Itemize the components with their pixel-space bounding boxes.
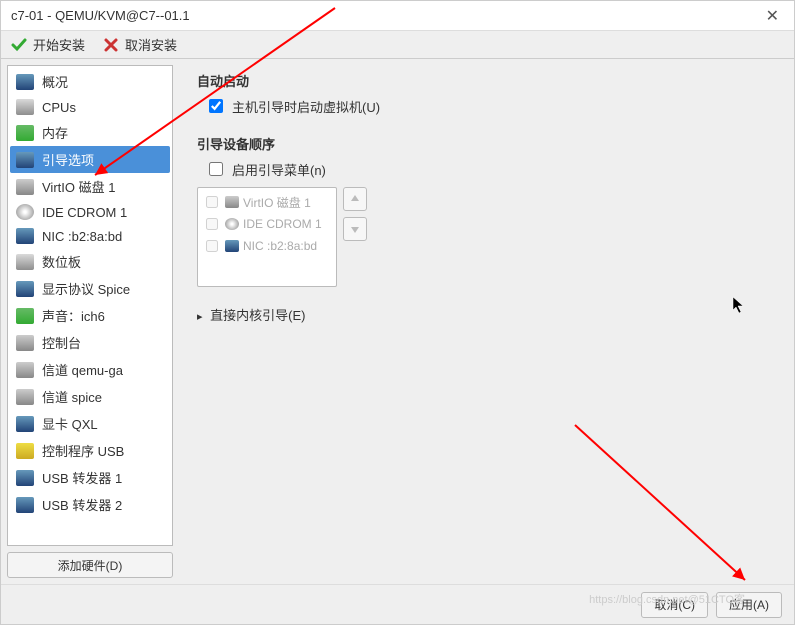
sidebar-item-icon	[16, 308, 34, 324]
boot-device-list[interactable]: VirtIO 磁盘 1 IDE CDROM 1 NIC :b2:8a:bd	[197, 187, 337, 287]
sidebar-item-label: 信道 qemu-ga	[42, 360, 123, 379]
sidebar-item-label: 控制程序 USB	[42, 441, 124, 460]
move-down-button[interactable]	[343, 217, 367, 241]
autostart-checkbox[interactable]	[209, 99, 223, 113]
boot-device-icon	[225, 196, 239, 208]
add-hardware-label: 添加硬件(D)	[58, 557, 123, 574]
sidebar-item-icon	[16, 362, 34, 378]
boot-device-checkbox[interactable]	[206, 218, 218, 230]
bootmenu-row: 启用引导菜单(n)	[205, 159, 776, 179]
sidebar-item-12[interactable]: 信道 spice	[10, 383, 170, 410]
sidebar-item-15[interactable]: USB 转发器 1	[10, 464, 170, 491]
sidebar-item-icon	[16, 179, 34, 195]
boot-device-label: NIC :b2:8a:bd	[243, 239, 317, 253]
sidebar: 概况 CPUs 内存引导选项 VirtIO 磁盘 1 IDE CDROM 1 NIC :b…	[1, 59, 179, 584]
cancel-install-label: 取消安装	[125, 35, 177, 54]
sidebar-item-4[interactable]: VirtIO 磁盘 1	[10, 173, 170, 200]
sidebar-item-label: 显示协议 Spice	[42, 279, 130, 298]
sidebar-item-label: CPUs	[42, 100, 76, 115]
window-title: c7-01 - QEMU/KVM@C7--01.1	[11, 8, 761, 23]
sidebar-item-icon	[16, 228, 34, 244]
boot-device-area: VirtIO 磁盘 1 IDE CDROM 1 NIC :b2:8a:bd	[197, 187, 776, 287]
autostart-row: 主机引导时启动虚拟机(U)	[205, 96, 776, 116]
sidebar-item-label: 显卡 QXL	[42, 414, 98, 433]
autostart-label: 主机引导时启动虚拟机(U)	[232, 97, 380, 116]
sidebar-item-icon	[16, 389, 34, 405]
boot-device-icon	[225, 240, 239, 252]
sidebar-item-label: 引导选项	[42, 150, 94, 169]
sidebar-item-13[interactable]: 显卡 QXL	[10, 410, 170, 437]
bootmenu-label: 启用引导菜单(n)	[232, 160, 326, 179]
direct-kernel-label: 直接内核引导(E)	[210, 308, 305, 323]
direct-kernel-boot-expander[interactable]: 直接内核引导(E)	[197, 305, 776, 324]
sidebar-item-0[interactable]: 概况	[10, 68, 170, 95]
sidebar-item-label: USB 转发器 2	[42, 495, 122, 514]
watermark: https://blog.csdn.net@51CTO客	[589, 591, 745, 607]
sidebar-item-label: 概况	[42, 72, 68, 91]
sidebar-item-icon	[16, 497, 34, 513]
sidebar-item-7[interactable]: 数位板	[10, 248, 170, 275]
autostart-title: 自动启动	[197, 71, 776, 90]
window: c7-01 - QEMU/KVM@C7--01.1 ✕ 开始安装 取消安装 概况…	[0, 0, 795, 625]
sidebar-item-label: 控制台	[42, 333, 81, 352]
sidebar-item-16[interactable]: USB 转发器 2	[10, 491, 170, 518]
close-icon[interactable]: ✕	[761, 6, 784, 26]
boot-device-checkbox[interactable]	[206, 240, 218, 252]
sidebar-item-label: 内存	[42, 123, 68, 142]
boot-device-row-2[interactable]: NIC :b2:8a:bd	[201, 235, 333, 257]
sidebar-item-3[interactable]: 引导选项	[10, 146, 170, 173]
boot-device-row-1[interactable]: IDE CDROM 1	[201, 213, 333, 235]
sidebar-item-icon	[16, 470, 34, 486]
main: 概况 CPUs 内存引导选项 VirtIO 磁盘 1 IDE CDROM 1 NIC :b…	[1, 59, 794, 584]
sidebar-item-label: 信道 spice	[42, 387, 102, 406]
sidebar-item-icon	[16, 152, 34, 168]
sidebar-item-2[interactable]: 内存	[10, 119, 170, 146]
add-hardware-button[interactable]: 添加硬件(D)	[7, 552, 173, 578]
sidebar-item-icon	[16, 204, 34, 220]
sidebar-item-icon	[16, 443, 34, 459]
sidebar-item-11[interactable]: 信道 qemu-ga	[10, 356, 170, 383]
sidebar-item-14[interactable]: 控制程序 USB	[10, 437, 170, 464]
bootmenu-checkbox[interactable]	[209, 162, 223, 176]
boot-device-row-0[interactable]: VirtIO 磁盘 1	[201, 191, 333, 213]
sidebar-item-label: 声音：ich6	[42, 306, 105, 325]
sidebar-item-1[interactable]: CPUs	[10, 95, 170, 119]
sidebar-item-icon	[16, 281, 34, 297]
boot-device-checkbox[interactable]	[206, 196, 218, 208]
sidebar-item-icon	[16, 416, 34, 432]
sidebar-item-label: NIC :b2:8a:bd	[42, 229, 122, 244]
sidebar-item-icon	[16, 254, 34, 270]
cancel-install-button[interactable]: 取消安装	[103, 35, 177, 54]
sidebar-item-8[interactable]: 显示协议 Spice	[10, 275, 170, 302]
start-install-label: 开始安装	[33, 35, 85, 54]
titlebar: c7-01 - QEMU/KVM@C7--01.1 ✕	[1, 1, 794, 31]
boot-device-label: VirtIO 磁盘 1	[243, 194, 311, 211]
move-up-button[interactable]	[343, 187, 367, 211]
sidebar-item-6[interactable]: NIC :b2:8a:bd	[10, 224, 170, 248]
sidebar-item-icon	[16, 99, 34, 115]
cancel-icon	[103, 37, 119, 53]
boot-order-controls	[343, 187, 367, 287]
sidebar-item-icon	[16, 125, 34, 141]
sidebar-item-icon	[16, 335, 34, 351]
sidebar-item-5[interactable]: IDE CDROM 1	[10, 200, 170, 224]
sidebar-item-10[interactable]: 控制台	[10, 329, 170, 356]
sidebar-item-9[interactable]: 声音：ich6	[10, 302, 170, 329]
sidebar-list[interactable]: 概况 CPUs 内存引导选项 VirtIO 磁盘 1 IDE CDROM 1 NIC :b…	[7, 65, 173, 546]
sidebar-item-label: 数位板	[42, 252, 81, 271]
sidebar-item-icon	[16, 74, 34, 90]
sidebar-item-label: VirtIO 磁盘 1	[42, 177, 115, 196]
content-pane: 自动启动 主机引导时启动虚拟机(U) 引导设备顺序 启用引导菜单(n) Virt…	[179, 59, 794, 584]
sidebar-item-label: IDE CDROM 1	[42, 205, 127, 220]
boot-device-icon	[225, 218, 239, 230]
check-icon	[11, 37, 27, 53]
sidebar-item-label: USB 转发器 1	[42, 468, 122, 487]
start-install-button[interactable]: 开始安装	[11, 35, 85, 54]
boot-device-label: IDE CDROM 1	[243, 217, 322, 231]
toolbar: 开始安装 取消安装	[1, 31, 794, 59]
bootorder-title: 引导设备顺序	[197, 134, 776, 153]
